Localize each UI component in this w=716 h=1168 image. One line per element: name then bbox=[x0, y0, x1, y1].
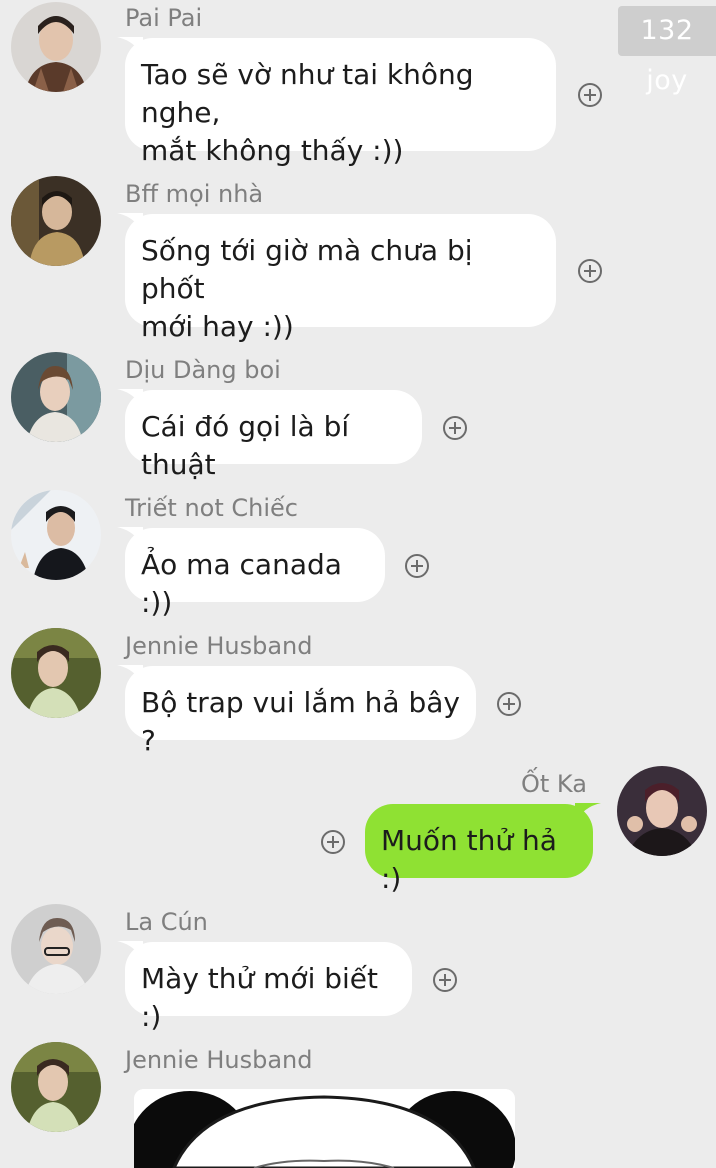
sender-name: Triết not Chiếc bbox=[125, 494, 299, 522]
bubble-tail bbox=[117, 941, 143, 961]
bubble-tail bbox=[117, 389, 143, 409]
message-text: Bộ trap vui lắm hả bây ? bbox=[141, 686, 469, 757]
avatar[interactable] bbox=[11, 2, 101, 92]
avatar[interactable] bbox=[11, 176, 101, 266]
message-bubble[interactable]: Ảo ma canada :)) bbox=[117, 527, 385, 619]
plus-circle-icon[interactable] bbox=[577, 258, 603, 284]
avatar[interactable] bbox=[11, 490, 101, 580]
sender-name: La Cún bbox=[125, 908, 208, 936]
message-text: Muốn thử hả :) bbox=[381, 824, 566, 895]
avatar[interactable] bbox=[11, 352, 101, 442]
bubble-tail bbox=[117, 527, 143, 547]
message-bubble[interactable]: Sống tới giờ mà chưa bị phốt mới hay :)) bbox=[117, 213, 556, 343]
sender-name: Pai Pai bbox=[125, 4, 203, 32]
plus-circle-icon[interactable] bbox=[442, 415, 468, 441]
sender-name: Jennie Husband bbox=[125, 632, 313, 660]
avatar[interactable] bbox=[617, 766, 707, 856]
sender-name: Dịu Dàng boi bbox=[125, 356, 281, 384]
message-bubble[interactable]: Bộ trap vui lắm hả bây ? bbox=[117, 665, 476, 757]
message-text: Sống tới giờ mà chưa bị phốt mới hay :)) bbox=[141, 234, 473, 343]
avatar[interactable] bbox=[11, 1042, 101, 1132]
message-text: Mày thử mới biết :) bbox=[141, 962, 387, 1033]
plus-circle-icon[interactable] bbox=[496, 691, 522, 717]
plus-circle-icon[interactable] bbox=[404, 553, 430, 579]
message-bubble[interactable]: Tao sẽ vờ như tai không nghe, mắt không … bbox=[117, 37, 556, 167]
avatar[interactable] bbox=[11, 904, 101, 994]
plus-circle-icon[interactable] bbox=[577, 82, 603, 108]
avatar[interactable] bbox=[11, 628, 101, 718]
message-bubble-outgoing[interactable]: Muốn thử hả :) bbox=[365, 803, 601, 895]
sender-name: Bff mọi nhà bbox=[125, 180, 264, 208]
message-text: Ảo ma canada :)) bbox=[141, 548, 351, 619]
bubble-tail bbox=[575, 803, 601, 823]
message-bubble[interactable]: Mày thử mới biết :) bbox=[117, 941, 412, 1033]
plus-circle-icon[interactable] bbox=[432, 967, 458, 993]
bubble-tail bbox=[117, 665, 143, 685]
message-bubble[interactable]: Cái đó gọi là bí thuật bbox=[117, 389, 422, 481]
bubble-tail bbox=[117, 213, 143, 233]
plus-circle-icon[interactable] bbox=[320, 829, 346, 855]
watermark-label: 132 joy bbox=[618, 6, 716, 96]
bubble-tail bbox=[117, 37, 143, 57]
sender-name: Ốt Ka bbox=[521, 770, 587, 798]
message-text: Tao sẽ vờ như tai không nghe, mắt không … bbox=[141, 58, 474, 167]
message-text: Cái đó gọi là bí thuật bbox=[141, 410, 359, 481]
sender-name: Jennie Husband bbox=[125, 1046, 313, 1074]
panda-meme-image[interactable] bbox=[134, 1089, 515, 1168]
